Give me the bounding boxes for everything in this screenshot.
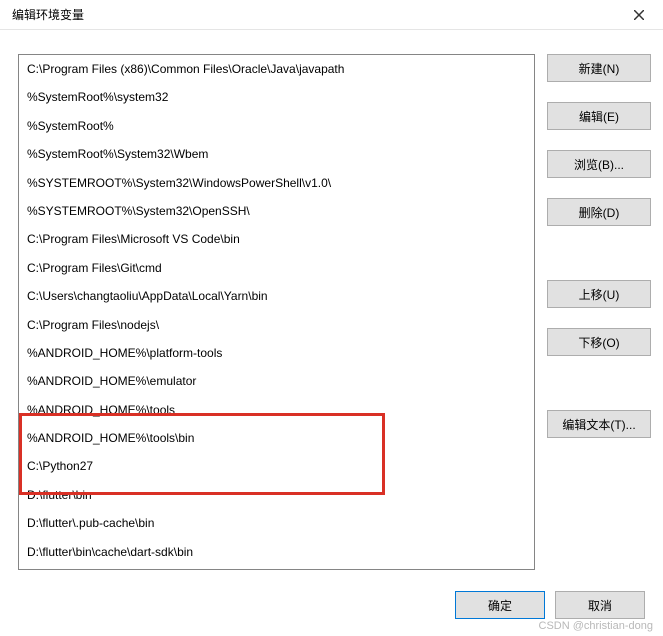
env-var-dialog: 编辑环境变量 C:\Program Files (x86)\Common Fil… xyxy=(0,0,663,636)
list-item[interactable]: %ANDROID_HOME%\tools xyxy=(19,396,534,424)
button-column: 新建(N) 编辑(E) 浏览(B)... 删除(D) 上移(U) 下移(O) 编… xyxy=(547,54,651,570)
list-item[interactable]: %SYSTEMROOT%\System32\OpenSSH\ xyxy=(19,197,534,225)
browse-button[interactable]: 浏览(B)... xyxy=(547,150,651,178)
list-item[interactable]: %SYSTEMROOT%\System32\WindowsPowerShell\… xyxy=(19,169,534,197)
list-item[interactable]: D:\flutter\bin xyxy=(19,481,534,509)
delete-button[interactable]: 删除(D) xyxy=(547,198,651,226)
movedown-button[interactable]: 下移(O) xyxy=(547,328,651,356)
list-item[interactable]: D:\flutter\.pub-cache\bin xyxy=(19,509,534,537)
list-item[interactable]: %SystemRoot%\System32\Wbem xyxy=(19,140,534,168)
list-item[interactable]: D:\flutter\bin\cache\dart-sdk\bin xyxy=(19,538,534,566)
list-item[interactable]: %ANDROID_HOME%\emulator xyxy=(19,367,534,395)
list-item[interactable]: C:\Program Files\Git\cmd xyxy=(19,254,534,282)
cancel-button[interactable]: 取消 xyxy=(555,591,645,619)
list-item[interactable]: %ANDROID_HOME%\tools\bin xyxy=(19,424,534,452)
edittext-button[interactable]: 编辑文本(T)... xyxy=(547,410,651,438)
list-item[interactable]: C:\Program Files\nodejs\ xyxy=(19,311,534,339)
close-button[interactable] xyxy=(623,1,655,29)
path-listbox[interactable]: C:\Program Files (x86)\Common Files\Orac… xyxy=(18,54,535,570)
list-item[interactable]: C:\Python27 xyxy=(19,452,534,480)
dialog-title: 编辑环境变量 xyxy=(12,6,84,23)
list-item[interactable]: C:\Program Files (x86)\Common Files\Orac… xyxy=(19,55,534,83)
dialog-body: C:\Program Files (x86)\Common Files\Orac… xyxy=(0,30,663,582)
list-item[interactable]: C:\Program Files\Microsoft VS Code\bin xyxy=(19,225,534,253)
close-icon xyxy=(634,10,644,20)
dialog-footer: 确定 取消 xyxy=(0,582,663,636)
list-item[interactable]: %ANDROID_HOME%\platform-tools xyxy=(19,339,534,367)
list-item[interactable]: C:\Users\changtaoliu\AppData\Local\Yarn\… xyxy=(19,282,534,310)
titlebar: 编辑环境变量 xyxy=(0,0,663,30)
list-item[interactable]: %SystemRoot% xyxy=(19,112,534,140)
new-button[interactable]: 新建(N) xyxy=(547,54,651,82)
edit-button[interactable]: 编辑(E) xyxy=(547,102,651,130)
list-item[interactable]: %SystemRoot%\system32 xyxy=(19,83,534,111)
moveup-button[interactable]: 上移(U) xyxy=(547,280,651,308)
ok-button[interactable]: 确定 xyxy=(455,591,545,619)
